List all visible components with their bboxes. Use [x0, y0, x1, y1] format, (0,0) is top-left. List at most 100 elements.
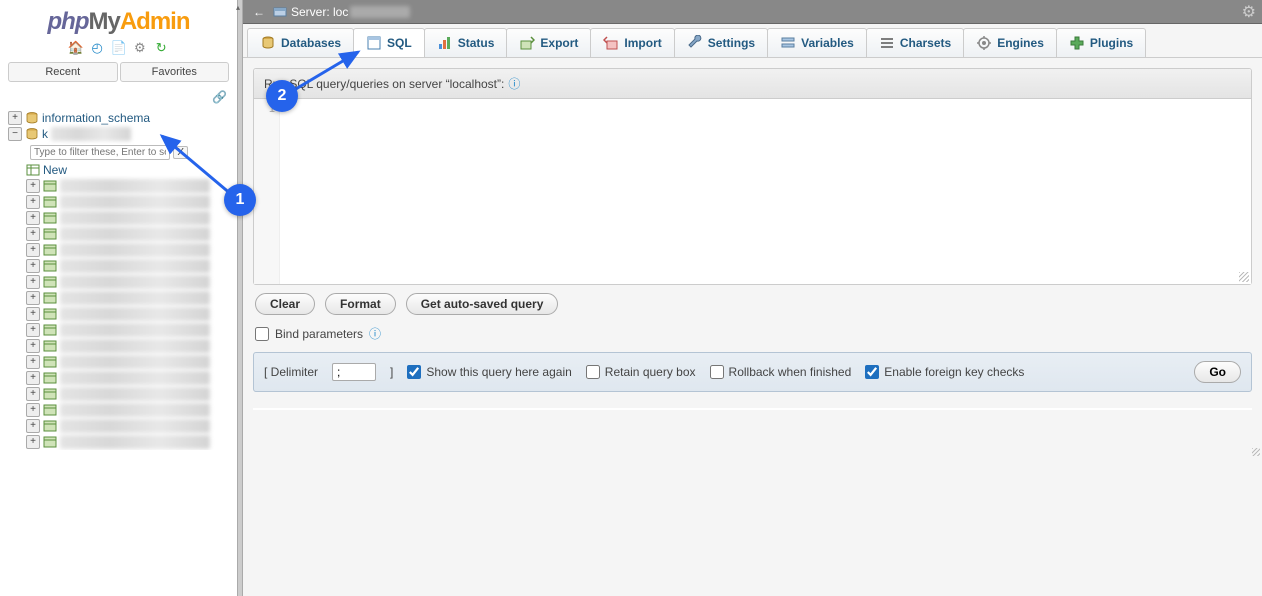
table-row[interactable]: +: [26, 402, 233, 418]
tab-variables[interactable]: Variables: [767, 28, 867, 57]
table-icon: [43, 355, 57, 369]
logout-icon[interactable]: ◴: [89, 40, 105, 56]
plugins-icon: [1069, 35, 1085, 51]
logo-my: My: [88, 8, 119, 35]
sql-textarea[interactable]: [280, 99, 1251, 284]
annotation-arrow: [158, 40, 388, 205]
fk-checkbox[interactable]: [865, 365, 879, 379]
table-row[interactable]: +: [26, 226, 233, 242]
filter-input[interactable]: [30, 145, 170, 160]
engines-icon: [976, 35, 992, 51]
logo[interactable]: phpMyAdmin: [0, 0, 237, 38]
nav-tabs: Databases SQL Status Export Import Setti…: [243, 24, 1262, 58]
blurred-text: [350, 6, 410, 18]
table-row[interactable]: +: [26, 290, 233, 306]
rollback-checkbox[interactable]: [710, 365, 724, 379]
table-icon: [43, 291, 57, 305]
table-row[interactable]: +: [26, 306, 233, 322]
table-icon: [43, 275, 57, 289]
tab-label: Import: [624, 36, 661, 50]
table-row[interactable]: +: [26, 370, 233, 386]
database-icon: [25, 111, 39, 125]
sql-editor[interactable]: 1: [254, 99, 1251, 284]
variables-icon: [780, 35, 796, 51]
go-button[interactable]: Go: [1194, 361, 1241, 383]
server-icon: [273, 5, 287, 19]
show-again-checkbox[interactable]: [407, 365, 421, 379]
table-icon: [43, 339, 57, 353]
clear-button[interactable]: Clear: [255, 293, 315, 315]
table-row[interactable]: +: [26, 386, 233, 402]
recent-tab[interactable]: Recent: [8, 62, 118, 82]
tree-label[interactable]: New: [43, 163, 67, 177]
sql-panel-header: Run SQL query/queries on server “localho…: [254, 69, 1251, 99]
resize-handle[interactable]: [1239, 272, 1249, 282]
settings-icon[interactable]: ⚙: [132, 40, 148, 56]
fk-option[interactable]: Enable foreign key checks: [865, 365, 1024, 379]
table-icon: [43, 419, 57, 433]
option-bar: [ Delimiter ] Show this query here again…: [253, 352, 1252, 392]
table-row[interactable]: +: [26, 242, 233, 258]
blurred-text: [51, 127, 131, 141]
tab-label: Export: [540, 36, 578, 50]
tab-settings[interactable]: Settings: [674, 28, 768, 57]
tab-charsets[interactable]: Charsets: [866, 28, 964, 57]
sql-panel: Run SQL query/queries on server “localho…: [253, 68, 1252, 285]
separator: [253, 408, 1252, 410]
charsets-icon: [879, 35, 895, 51]
back-button[interactable]: ←: [249, 5, 269, 19]
tab-label: Variables: [801, 36, 854, 50]
retain-option[interactable]: Retain query box: [586, 365, 696, 379]
table-row[interactable]: +: [26, 322, 233, 338]
show-again-option[interactable]: Show this query here again: [407, 365, 571, 379]
tab-label: SQL: [387, 36, 412, 50]
wrench-icon: [687, 35, 703, 51]
sql-content: Run SQL query/queries on server “localho…: [243, 58, 1262, 596]
get-autosaved-button[interactable]: Get auto-saved query: [406, 293, 559, 315]
table-row[interactable]: +: [26, 354, 233, 370]
delimiter-input[interactable]: [332, 363, 376, 381]
format-button[interactable]: Format: [325, 293, 396, 315]
tree-label[interactable]: information_schema: [42, 111, 150, 125]
table-row[interactable]: +: [26, 210, 233, 226]
retain-checkbox[interactable]: [586, 365, 600, 379]
logo-php: php: [48, 8, 89, 35]
resize-handle[interactable]: [1252, 448, 1260, 456]
tab-import[interactable]: Import: [590, 28, 674, 57]
home-icon[interactable]: 🏠: [68, 40, 84, 56]
docs-icon[interactable]: 📄: [111, 40, 127, 56]
tab-label: Engines: [997, 36, 1044, 50]
table-icon: [43, 387, 57, 401]
server-label[interactable]: Server: loc: [291, 5, 348, 19]
tab-plugins[interactable]: Plugins: [1056, 28, 1146, 57]
table-icon: [43, 371, 57, 385]
bind-params-row: Bind parameters ⓘ: [253, 323, 1252, 352]
table-row[interactable]: +: [26, 258, 233, 274]
rollback-option[interactable]: Rollback when finished: [710, 365, 852, 379]
delimiter-label: [ Delimiter: [264, 365, 318, 379]
table-icon: [43, 403, 57, 417]
tab-label: Status: [458, 36, 495, 50]
table-row[interactable]: +: [26, 434, 233, 450]
table-icon: [43, 307, 57, 321]
table-icon: [43, 323, 57, 337]
tab-label: Settings: [708, 36, 755, 50]
collapse-icon[interactable]: −: [8, 127, 22, 141]
expand-icon[interactable]: +: [8, 111, 22, 125]
sql-button-row: Clear Format Get auto-saved query: [253, 285, 1252, 323]
table-row[interactable]: +: [26, 418, 233, 434]
tab-export[interactable]: Export: [506, 28, 591, 57]
help-icon[interactable]: ⓘ: [369, 325, 381, 342]
table-icon: [43, 227, 57, 241]
tab-label: Charsets: [900, 36, 951, 50]
table-icon: [43, 435, 57, 449]
tab-status[interactable]: Status: [424, 28, 508, 57]
tab-engines[interactable]: Engines: [963, 28, 1057, 57]
tree-label[interactable]: k: [42, 127, 48, 141]
table-icon: [43, 195, 57, 209]
bind-params-checkbox[interactable]: [255, 327, 269, 341]
gear-icon[interactable]: ⚙: [1242, 2, 1256, 22]
help-icon[interactable]: ⓘ: [508, 75, 520, 92]
table-row[interactable]: +: [26, 338, 233, 354]
table-row[interactable]: +: [26, 274, 233, 290]
